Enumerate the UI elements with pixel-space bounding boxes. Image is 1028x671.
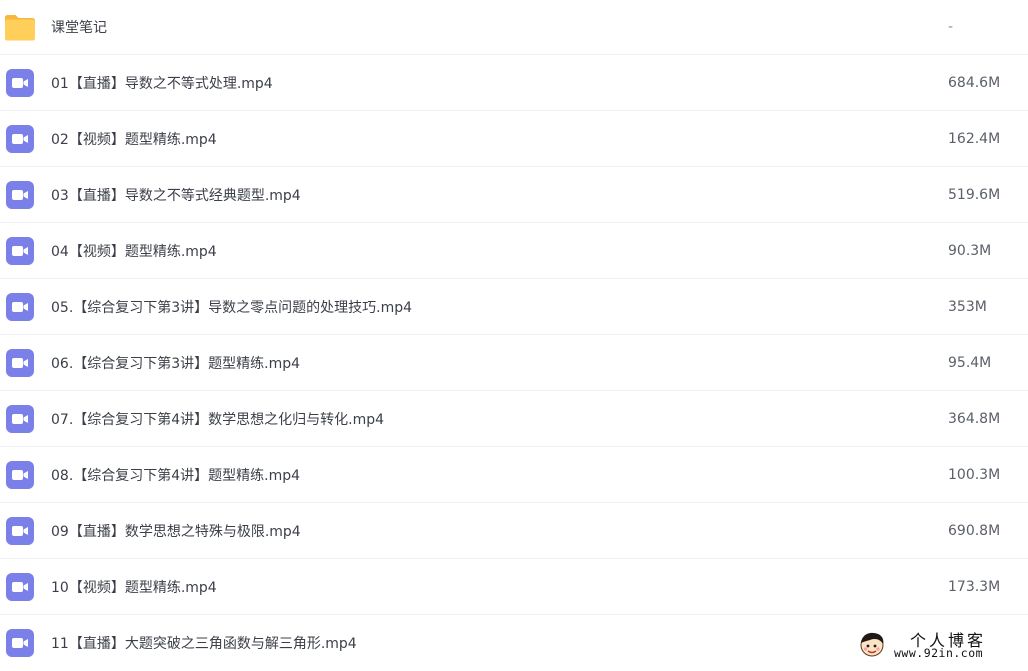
cartoon-avatar-icon <box>858 630 886 658</box>
list-item-video[interactable]: 04【视频】题型精练.mp4 90.3M <box>0 223 1028 279</box>
file-name: 04【视频】题型精练.mp4 <box>51 243 217 260</box>
video-file-icon <box>4 291 36 323</box>
list-item-video[interactable]: 10【视频】题型精练.mp4 173.3M <box>0 559 1028 615</box>
video-file-icon <box>4 123 36 155</box>
video-file-icon <box>4 347 36 379</box>
file-list: 课堂笔记 - 01【直播】导数之不等式处理.mp4 684.6M 02【视频】题… <box>0 0 1028 671</box>
folder-icon <box>4 11 36 43</box>
file-name: 08.【综合复习下第4讲】题型精练.mp4 <box>51 467 301 484</box>
file-name: 10【视频】题型精练.mp4 <box>51 579 217 596</box>
file-size: 364.8M <box>948 410 1001 427</box>
file-size: 519.6M <box>948 186 1001 203</box>
video-file-icon <box>4 403 36 435</box>
file-name: 06.【综合复习下第3讲】题型精练.mp4 <box>51 355 301 372</box>
list-item-video[interactable]: 08.【综合复习下第4讲】题型精练.mp4 100.3M <box>0 447 1028 503</box>
file-size: 95.4M <box>948 354 992 371</box>
video-file-icon <box>4 571 36 603</box>
file-size: 690.8M <box>948 522 1001 539</box>
list-item-video[interactable]: 09【直播】数学思想之特殊与极限.mp4 690.8M <box>0 503 1028 559</box>
file-size: 353M <box>948 298 987 315</box>
video-file-icon <box>4 627 36 659</box>
video-file-icon <box>4 179 36 211</box>
list-item-video[interactable]: 06.【综合复习下第3讲】题型精练.mp4 95.4M <box>0 335 1028 391</box>
list-item-video[interactable]: 05.【综合复习下第3讲】导数之零点问题的处理技巧.mp4 353M <box>0 279 1028 335</box>
file-name: 02【视频】题型精练.mp4 <box>51 131 217 148</box>
file-size: 100.3M <box>948 466 1001 483</box>
video-file-icon <box>4 235 36 267</box>
video-file-icon <box>4 459 36 491</box>
watermark-url: www.92in.com <box>894 646 984 660</box>
file-name: 07.【综合复习下第4讲】数学思想之化归与转化.mp4 <box>51 411 385 428</box>
file-name: 11【直播】大题突破之三角函数与解三角形.mp4 <box>51 636 357 652</box>
file-size: - <box>948 19 954 35</box>
file-size: 173.3M <box>948 578 1001 595</box>
list-item-video[interactable]: 07.【综合复习下第4讲】数学思想之化归与转化.mp4 364.8M <box>0 391 1028 447</box>
file-size: 90.3M <box>948 242 992 259</box>
file-size: 162.4M <box>948 130 1001 147</box>
file-name: 课堂笔记 <box>51 20 107 36</box>
list-item-folder[interactable]: 课堂笔记 - <box>0 0 1028 55</box>
file-name: 09【直播】数学思想之特殊与极限.mp4 <box>51 523 301 540</box>
file-name: 01【直播】导数之不等式处理.mp4 <box>51 75 273 92</box>
list-item-video[interactable]: 01【直播】导数之不等式处理.mp4 684.6M <box>0 55 1028 111</box>
list-item-video[interactable]: 03【直播】导数之不等式经典题型.mp4 519.6M <box>0 167 1028 223</box>
file-name: 03【直播】导数之不等式经典题型.mp4 <box>51 187 301 204</box>
file-name: 05.【综合复习下第3讲】导数之零点问题的处理技巧.mp4 <box>51 299 413 316</box>
list-item-video[interactable]: 02【视频】题型精练.mp4 162.4M <box>0 111 1028 167</box>
video-file-icon <box>4 67 36 99</box>
video-file-icon <box>4 515 36 547</box>
watermark: 个人博客 www.92in.com <box>856 624 1028 665</box>
file-size: 684.6M <box>948 74 1001 91</box>
